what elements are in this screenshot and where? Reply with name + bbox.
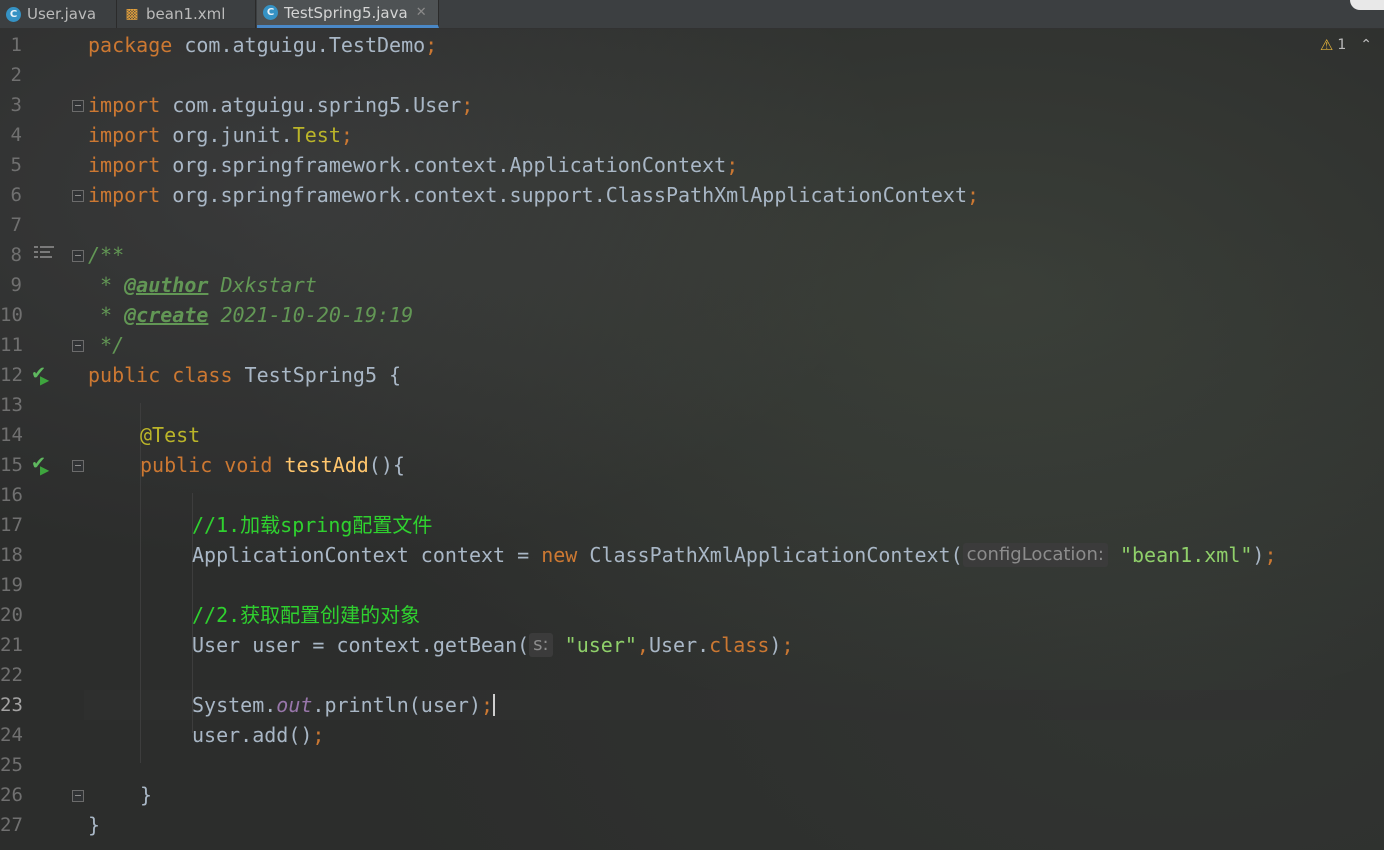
xml-file-icon: ▩ <box>125 6 139 22</box>
line-number: 18 <box>0 544 23 566</box>
run-test-class-icon[interactable]: ✔ ▶ <box>31 363 53 387</box>
code-line-20: //2.获取配置创建的对象 <box>192 603 421 627</box>
java-class-icon: C <box>6 6 21 22</box>
code-line-4: import org.junit.Test; <box>88 123 353 147</box>
tab-label: TestSpring5.java <box>284 3 408 22</box>
close-tab-icon[interactable]: ✕ <box>416 5 427 20</box>
tab-testspring5-java[interactable]: C TestSpring5.java ✕ <box>257 0 439 28</box>
fold-toggle-icon[interactable] <box>72 250 84 262</box>
code-line-14: @Test <box>140 423 201 447</box>
editor-tab-bar: C User.java ▩ bean1.xml C TestSpring5.ja… <box>0 0 1384 29</box>
code-line-5: import org.springframework.context.Appli… <box>88 153 739 177</box>
line-number: 15 <box>0 454 23 476</box>
line-number: 27 <box>0 814 23 836</box>
line-number: 10 <box>0 304 23 326</box>
code-line-26: } <box>140 783 153 807</box>
line-number: 8 <box>10 244 22 266</box>
line-number: 4 <box>10 124 22 146</box>
tab-user-java[interactable]: C User.java <box>0 0 117 28</box>
line-number: 21 <box>0 634 23 656</box>
line-number: 23 <box>0 694 23 716</box>
line-number: 3 <box>10 94 22 116</box>
fold-toggle-icon[interactable] <box>72 790 84 802</box>
code-line-11: */ <box>88 333 125 357</box>
line-number: 16 <box>0 484 23 506</box>
code-line-3: import com.atguigu.spring5.User; <box>88 93 474 117</box>
code-line-1: package com.atguigu.TestDemo; <box>88 33 438 57</box>
line-number: 11 <box>0 334 23 356</box>
code-line-9: * @author Dxkstart <box>88 273 317 297</box>
tab-bean1-xml[interactable]: ▩ bean1.xml <box>118 0 256 28</box>
code-line-10: * @create 2021-10-20-19:19 <box>88 303 414 327</box>
line-number: 7 <box>10 214 22 236</box>
text-caret <box>493 694 496 716</box>
tab-label: User.java <box>27 5 97 23</box>
line-number: 17 <box>0 514 23 536</box>
java-class-icon: C <box>263 5 278 20</box>
code-line-6: import org.springframework.context.suppo… <box>88 183 980 207</box>
line-number: 12 <box>0 364 23 386</box>
code-line-15: public void testAdd(){ <box>140 453 405 477</box>
render-doc-icon[interactable] <box>34 246 54 262</box>
corner-decoration <box>1350 0 1384 10</box>
line-number: 5 <box>10 154 22 176</box>
fold-toggle-icon[interactable] <box>72 190 84 202</box>
code-line-23: System.out.println(user); <box>192 693 496 717</box>
run-test-method-icon[interactable]: ✔ ▶ <box>31 453 53 477</box>
code-area[interactable]: package com.atguigu.TestDemo; import com… <box>88 28 1384 850</box>
line-number: 9 <box>10 274 22 296</box>
editor-gutter: ✔ ▶ ✔ ▶ 1 2 3 4 5 6 7 8 9 10 11 12 13 14 15 16 17 18 19 20 21 2… <box>0 28 84 850</box>
line-number: 1 <box>10 34 22 56</box>
fold-toggle-icon[interactable] <box>72 460 84 472</box>
line-number: 2 <box>10 64 22 86</box>
line-number: 24 <box>0 724 23 746</box>
code-line-24: user.add(); <box>192 723 325 747</box>
line-number: 20 <box>0 604 23 626</box>
line-number: 14 <box>0 424 23 446</box>
fold-toggle-icon[interactable] <box>72 340 84 352</box>
line-number: 26 <box>0 784 23 806</box>
code-line-8: /** <box>88 243 125 267</box>
chevron-up-icon[interactable]: ⌃ <box>1360 37 1372 53</box>
code-line-12: public class TestSpring5 { <box>88 363 402 387</box>
warning-icon: ⚠ <box>1319 36 1334 54</box>
line-number: 13 <box>0 394 23 416</box>
code-line-21: User user = context.getBean(s: "user",Us… <box>192 633 794 657</box>
parameter-hint: configLocation: <box>962 543 1108 567</box>
code-line-17: //1.加载spring配置文件 <box>192 513 433 537</box>
code-line-27: } <box>88 813 101 837</box>
code-line-18: ApplicationContext context = new ClassPa… <box>192 543 1277 567</box>
inspection-widget[interactable]: ⚠ 1 ⌃ <box>1320 36 1372 54</box>
warning-count: 1 <box>1337 37 1347 53</box>
parameter-hint: s: <box>529 633 553 657</box>
line-number: 6 <box>10 184 22 206</box>
line-number: 25 <box>0 754 23 776</box>
line-number: 19 <box>0 574 23 596</box>
line-number: 22 <box>0 664 23 686</box>
fold-toggle-icon[interactable] <box>72 100 84 112</box>
tab-label: bean1.xml <box>146 5 226 23</box>
